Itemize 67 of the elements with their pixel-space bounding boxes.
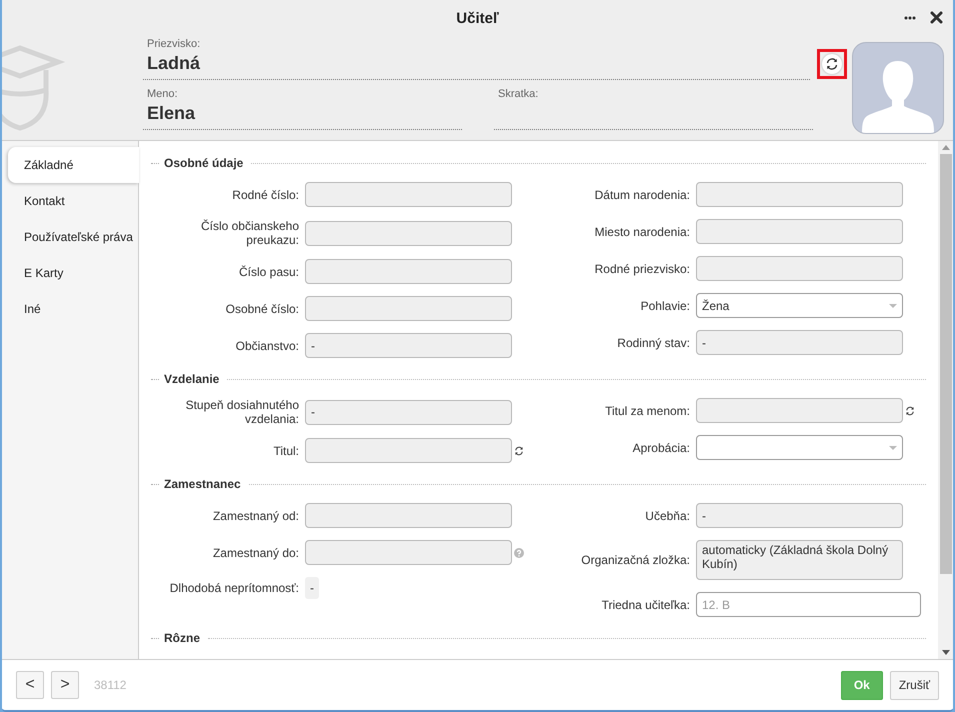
sidebar-tab[interactable]: Iné bbox=[8, 291, 139, 327]
input-field[interactable] bbox=[696, 256, 903, 281]
input-field[interactable] bbox=[305, 182, 512, 207]
sidebar-tab[interactable]: E Karty bbox=[8, 255, 139, 291]
refresh-icon[interactable] bbox=[905, 406, 915, 416]
field-label: Dlhodobá neprítomnosť: bbox=[170, 581, 299, 595]
input-field[interactable] bbox=[305, 220, 512, 246]
window-title: Učiteľ bbox=[456, 10, 499, 26]
text-area[interactable]: automaticky (Základná škola Dolný Kubín) bbox=[696, 540, 903, 580]
next-button[interactable]: > bbox=[51, 671, 79, 699]
field-label: Stupeň dosiahnutého vzdelania: bbox=[184, 398, 299, 426]
more-icon[interactable] bbox=[904, 16, 916, 20]
section-title: Vzdelanie bbox=[164, 372, 220, 386]
field-label: Pohlavie: bbox=[640, 298, 690, 312]
sidebar-tab[interactable]: Základné bbox=[8, 147, 139, 183]
input-field[interactable] bbox=[696, 182, 903, 207]
sidebar-tab[interactable]: Kontakt bbox=[8, 183, 139, 219]
scroll-down-icon[interactable] bbox=[942, 650, 950, 655]
previous-button[interactable]: < bbox=[16, 671, 44, 699]
section-title: Rôzne bbox=[164, 631, 200, 645]
refresh-button[interactable] bbox=[817, 49, 847, 79]
field-label: Učebňa: bbox=[645, 508, 690, 522]
section-title: Osobné údaje bbox=[164, 156, 244, 170]
input-field[interactable] bbox=[305, 540, 512, 565]
help-icon[interactable] bbox=[514, 548, 524, 558]
input-field[interactable]: - bbox=[696, 330, 903, 355]
value-text: - bbox=[305, 577, 319, 599]
record-id: 38112 bbox=[94, 678, 126, 692]
field-label: Rodné číslo: bbox=[232, 188, 299, 202]
dropdown[interactable]: Žena bbox=[696, 293, 903, 318]
field-label: Zamestnaný do: bbox=[212, 546, 299, 560]
input-field[interactable] bbox=[305, 438, 512, 463]
field-label: Priezvisko: bbox=[146, 38, 202, 51]
input-field[interactable] bbox=[305, 259, 512, 284]
cancel-button[interactable]: Zrušiť bbox=[890, 670, 939, 700]
input-field[interactable]: Ladná bbox=[143, 51, 810, 80]
field-label: Miesto narodenia: bbox=[594, 224, 690, 238]
input-field[interactable]: - bbox=[696, 503, 903, 528]
input-field[interactable] bbox=[305, 503, 512, 528]
dropdown[interactable] bbox=[696, 435, 903, 460]
close-icon[interactable] bbox=[930, 11, 943, 24]
input-field[interactable]: - bbox=[305, 400, 512, 424]
scroll-up-icon[interactable] bbox=[942, 145, 950, 150]
field-label: Skratka: bbox=[497, 88, 540, 101]
field-label: Občianstvo: bbox=[236, 338, 299, 352]
refresh-icon[interactable] bbox=[514, 446, 524, 456]
field-label: Meno: bbox=[146, 88, 179, 101]
field-label: Titul: bbox=[273, 444, 299, 458]
field-label: Aprobácia: bbox=[632, 440, 690, 454]
field-label: Dátum narodenia: bbox=[594, 188, 690, 202]
input-field[interactable]: Elena bbox=[143, 101, 462, 130]
input-field[interactable] bbox=[305, 296, 512, 321]
input-field[interactable] bbox=[696, 398, 903, 423]
section-title: Zamestnanec bbox=[164, 477, 241, 491]
input-field[interactable]: - bbox=[305, 333, 512, 358]
field-label: Číslo pasu: bbox=[238, 264, 299, 278]
field-label: Organizačná zložka: bbox=[581, 553, 690, 567]
sidebar-tab[interactable]: Používateľské práva bbox=[8, 219, 139, 255]
input-field[interactable] bbox=[696, 219, 903, 244]
field-label: Zamestnaný od: bbox=[212, 508, 299, 522]
field-label: Rodinný stav: bbox=[617, 336, 690, 350]
field-label: Číslo občianskeho preukazu: bbox=[200, 219, 299, 247]
field-label: Rodné priezvisko: bbox=[594, 262, 690, 276]
scrollbar[interactable] bbox=[938, 141, 953, 659]
field-label: Triedna učiteľka: bbox=[602, 598, 690, 612]
field-label: Osobné číslo: bbox=[226, 302, 299, 316]
field-label: Titul za menom: bbox=[605, 404, 690, 418]
